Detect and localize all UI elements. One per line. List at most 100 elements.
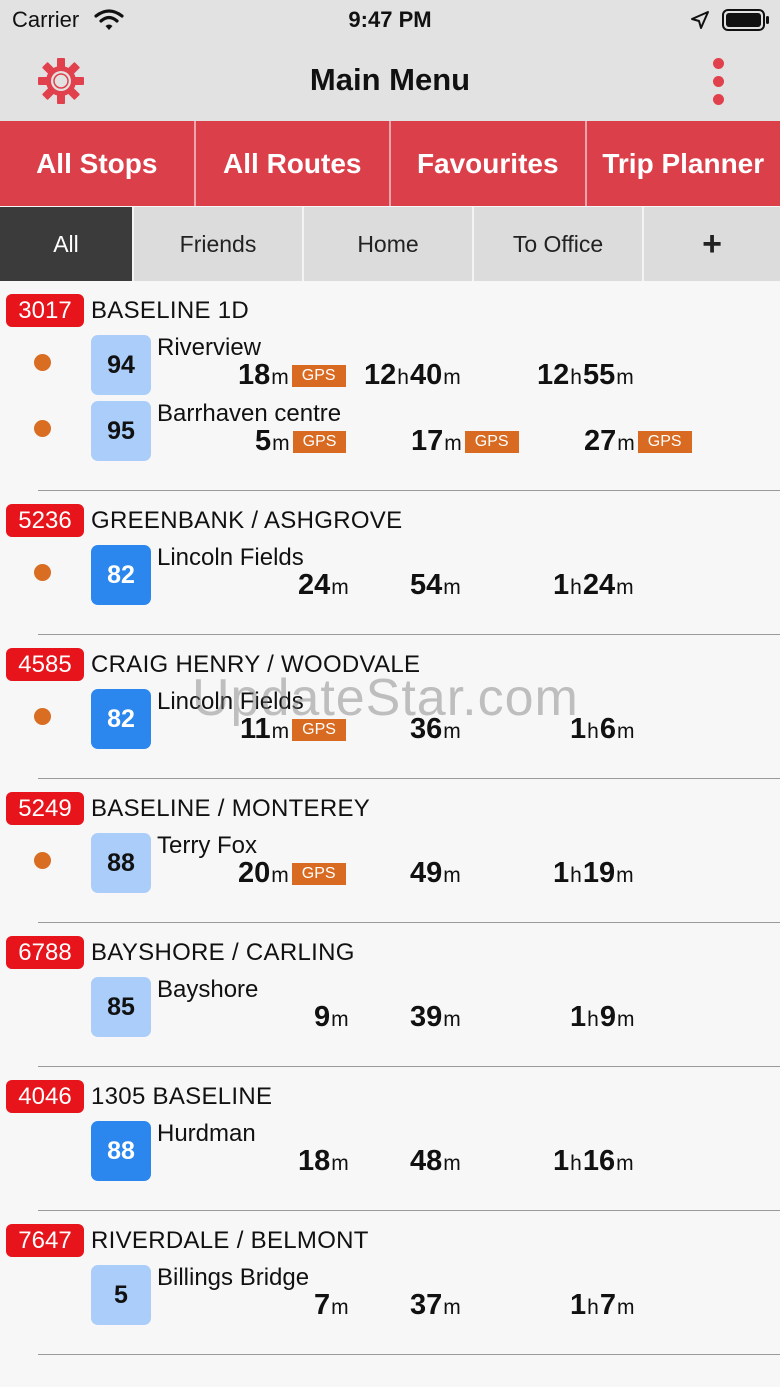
gps-badge: GPS bbox=[292, 431, 347, 453]
route-row[interactable]: 88 Hurdman 18 m 48 m 1 h 16 m bbox=[0, 1117, 780, 1183]
stop-item[interactable]: 5236 GREENBANK / ASHGROVE 82 Lincoln Fields… bbox=[0, 491, 780, 635]
route-destination: Lincoln Fields bbox=[157, 544, 304, 571]
time-value: 12 bbox=[537, 359, 570, 391]
stop-header[interactable]: 5249 BASELINE / MONTEREY bbox=[0, 779, 780, 829]
route-row[interactable]: 95 Barrhaven centre 5 m GPS 17 m GPS 27 m GPS bbox=[0, 397, 780, 463]
time-unit: m bbox=[616, 720, 635, 743]
stop-header[interactable]: 4585 CRAIG HENRY / WOODVALE bbox=[0, 635, 780, 685]
time-unit: m bbox=[443, 1152, 461, 1175]
time-unit: m bbox=[616, 1296, 635, 1319]
row-divider bbox=[0, 1327, 780, 1355]
time-unit: m bbox=[331, 1008, 349, 1031]
arrival-time: 1h6m bbox=[570, 713, 635, 747]
route-number-badge: 88 bbox=[91, 833, 151, 893]
stop-name: CRAIG HENRY / WOODVALE bbox=[91, 651, 421, 678]
route-row[interactable]: 82 Lincoln Fields 11 m GPS 36 m 1 h 6 m bbox=[0, 685, 780, 751]
route-row[interactable]: 82 Lincoln Fields 24 m 54 m 1 h 24 m bbox=[0, 541, 780, 607]
route-number-badge: 85 bbox=[91, 977, 151, 1037]
stop-item[interactable]: 7647 RIVERDALE / BELMONT 5 Billings Bridge 7… bbox=[0, 1211, 780, 1355]
stop-number-badge: 6788 bbox=[6, 936, 84, 969]
time-unit: m bbox=[331, 1152, 349, 1175]
stop-header[interactable]: 5236 GREENBANK / ASHGROVE bbox=[0, 491, 780, 541]
time-value: 1 bbox=[553, 1145, 570, 1177]
arrival-time: 36 m bbox=[410, 713, 462, 747]
filter-tabs: All Friends Home To Office + bbox=[0, 207, 780, 281]
row-divider bbox=[0, 1039, 780, 1067]
arrival-time: 54 m bbox=[410, 569, 462, 603]
time-value: 18 bbox=[298, 1145, 331, 1177]
time-unit: h bbox=[570, 366, 582, 389]
filter-tab-to-office[interactable]: To Office bbox=[474, 207, 644, 281]
time-value: 11 bbox=[240, 713, 271, 745]
arrival-time: 18 m bbox=[298, 1145, 350, 1179]
arrival-time: 12 h 40 m bbox=[364, 359, 462, 393]
stop-item[interactable]: 6788 BAYSHORE / CARLING 85 Bayshore 9 m 39 m 1 h 9… bbox=[0, 923, 780, 1067]
stop-item[interactable]: 3017 BASELINE 1D 94 Riverview 18 m GPS 12 h 40 m 12… bbox=[0, 281, 780, 491]
tab-favourites[interactable]: Favourites bbox=[391, 121, 587, 206]
stop-number-badge: 4046 bbox=[6, 1080, 84, 1113]
route-row[interactable]: 94 Riverview 18 m GPS 12 h 40 m 12 h 55 m bbox=[0, 331, 780, 397]
route-row[interactable]: 85 Bayshore 9 m 39 m 1 h 9 m bbox=[0, 973, 780, 1039]
stop-item[interactable]: 4585 CRAIG HENRY / WOODVALE 82 Lincoln Fiel… bbox=[0, 635, 780, 779]
time-value: 20 bbox=[238, 857, 271, 889]
live-indicator-icon bbox=[34, 852, 51, 869]
arrival-time: 1 h 16 m bbox=[553, 1145, 635, 1179]
arrival-time: 17 m GPS bbox=[411, 425, 519, 459]
filter-tab-home[interactable]: Home bbox=[304, 207, 474, 281]
arrival-time: 49 m bbox=[410, 857, 462, 891]
stop-name: RIVERDALE / BELMONT bbox=[91, 1227, 369, 1254]
time-value: 49 bbox=[410, 857, 443, 889]
stop-name: 1305 BASELINE bbox=[91, 1083, 273, 1110]
time-unit: m bbox=[616, 366, 634, 389]
time-unit: m bbox=[616, 576, 634, 599]
stop-number-badge: 3017 bbox=[6, 294, 84, 327]
filter-tab-friends[interactable]: Friends bbox=[134, 207, 304, 281]
route-number-badge: 95 bbox=[91, 401, 151, 461]
stop-item[interactable]: 4046 1305 BASELINE 88 Hurdman 18 m 48 m 1 h 16 m bbox=[0, 1067, 780, 1211]
stop-header[interactable]: 6788 BAYSHORE / CARLING bbox=[0, 923, 780, 973]
route-number-badge: 94 bbox=[91, 335, 151, 395]
route-destination: Bayshore bbox=[157, 976, 259, 1003]
route-destination: Hurdman bbox=[157, 1120, 256, 1147]
route-row[interactable]: 5 Billings Bridge 7 m 37 m 1 h 7 m bbox=[0, 1261, 780, 1327]
route-destination: Riverview bbox=[157, 334, 262, 361]
tab-trip-planner[interactable]: Trip Planner bbox=[587, 121, 780, 206]
time-unit: m bbox=[443, 1296, 461, 1319]
status-bar: Carrier 9:47 PM bbox=[0, 0, 780, 40]
filter-tab-all[interactable]: All bbox=[0, 207, 134, 281]
live-indicator-icon bbox=[34, 420, 51, 437]
route-row[interactable]: 88 Terry Fox 20 m GPS 49 m 1 h 19 m bbox=[0, 829, 780, 895]
add-group-button[interactable]: + bbox=[644, 207, 780, 281]
arrival-time: 24 m bbox=[298, 569, 350, 603]
time-unit: m bbox=[443, 366, 461, 389]
time-unit: m bbox=[443, 720, 461, 743]
row-divider bbox=[0, 1183, 780, 1211]
battery-icon bbox=[722, 9, 769, 31]
arrival-time: 37 m bbox=[410, 1289, 462, 1323]
page-title: Main Menu bbox=[309, 62, 471, 97]
arrival-time: 1 h 24 m bbox=[553, 569, 635, 603]
time-value: 48 bbox=[410, 1145, 443, 1177]
gps-badge: GPS bbox=[291, 863, 346, 885]
tab-all-routes[interactable]: All Routes bbox=[196, 121, 391, 206]
stop-header[interactable]: 3017 BASELINE 1D bbox=[0, 281, 780, 331]
time-unit: m bbox=[617, 432, 635, 455]
tab-all-stops[interactable]: All Stops bbox=[0, 121, 196, 206]
time-unit: m bbox=[443, 576, 461, 599]
stop-header[interactable]: 4046 1305 BASELINE bbox=[0, 1067, 780, 1117]
arrival-time: 20 m GPS bbox=[238, 857, 346, 891]
stop-name: BASELINE / MONTEREY bbox=[91, 795, 371, 822]
time-unit: m bbox=[443, 864, 461, 887]
row-divider bbox=[0, 463, 780, 491]
time-value: 9 bbox=[599, 1001, 616, 1033]
route-destination: Barrhaven centre bbox=[157, 400, 342, 427]
live-indicator-icon bbox=[34, 354, 51, 371]
more-menu-icon[interactable] bbox=[708, 56, 728, 106]
time-value: 54 bbox=[410, 569, 443, 601]
stop-item[interactable]: 5249 BASELINE / MONTEREY 88 Terry Fox 20 m GPS… bbox=[0, 779, 780, 923]
stop-header[interactable]: 7647 RIVERDALE / BELMONT bbox=[0, 1211, 780, 1261]
time-value: 5 bbox=[255, 425, 272, 457]
route-number-badge: 88 bbox=[91, 1121, 151, 1181]
gps-badge: GPS bbox=[291, 365, 346, 387]
time-value: 39 bbox=[410, 1001, 443, 1033]
